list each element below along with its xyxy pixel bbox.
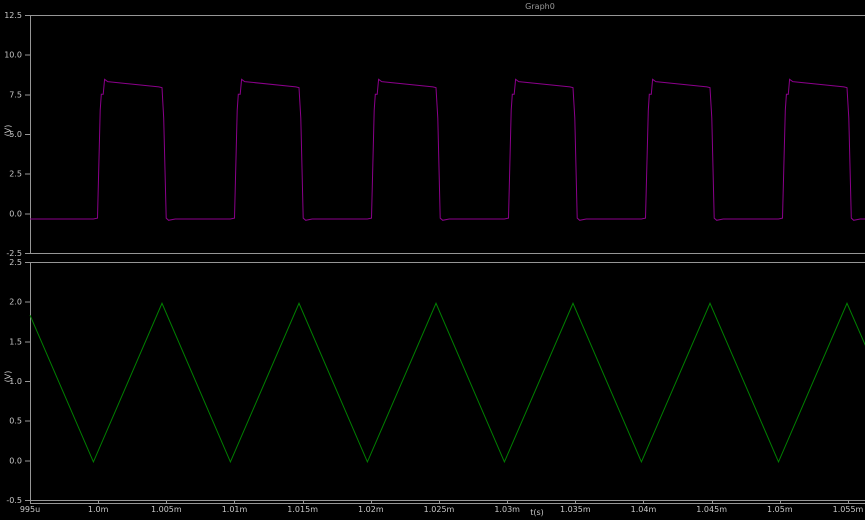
x-tick-label: 1.0m	[88, 505, 109, 514]
x-tick-label: 1.005m	[151, 505, 182, 514]
x-axis-label: t(s)	[487, 508, 587, 517]
y-tick-label: 2.0	[9, 298, 22, 307]
x-tick-label: 1.04m	[631, 505, 657, 514]
y-tick-label: 0.0	[9, 456, 22, 465]
x-tick-label: 1.045m	[696, 505, 727, 514]
x-tick-label: 1.055m	[833, 505, 864, 514]
y-tick-label: 7.5	[9, 90, 22, 99]
x-tick-label: 1.02m	[358, 505, 384, 514]
y-tick-label: 10.0	[4, 51, 22, 60]
y-tick-label: 12.5	[4, 11, 22, 20]
square-wave-trace	[30, 79, 865, 220]
y-axis-label-bottom: (V)	[3, 369, 14, 385]
y-tick-label: 1.5	[9, 337, 22, 346]
x-tick-label: 995u	[20, 505, 40, 514]
x-tick-label: 1.025m	[424, 505, 455, 514]
x-tick-label: 1.015m	[287, 505, 318, 514]
y-tick-label: -0.5	[6, 496, 22, 505]
y-tick-label: 2.5	[9, 258, 22, 267]
y-tick-label: 0.5	[9, 417, 22, 426]
graph-window: Graph0 12.510.07.55.02.50.0-2.52.52.01.5…	[0, 0, 865, 520]
x-tick-label: 1.05m	[767, 505, 793, 514]
x-tick-label: 1.01m	[222, 505, 248, 514]
y-tick-label: 0.0	[9, 209, 22, 218]
y-tick-label: 2.5	[9, 170, 22, 179]
y-tick-label: -2.5	[6, 249, 22, 258]
plot-canvas: 12.510.07.55.02.50.0-2.52.52.01.51.00.50…	[0, 0, 865, 520]
y-axis-label-top: (V)	[3, 123, 14, 139]
triangle-wave-trace	[30, 303, 865, 462]
